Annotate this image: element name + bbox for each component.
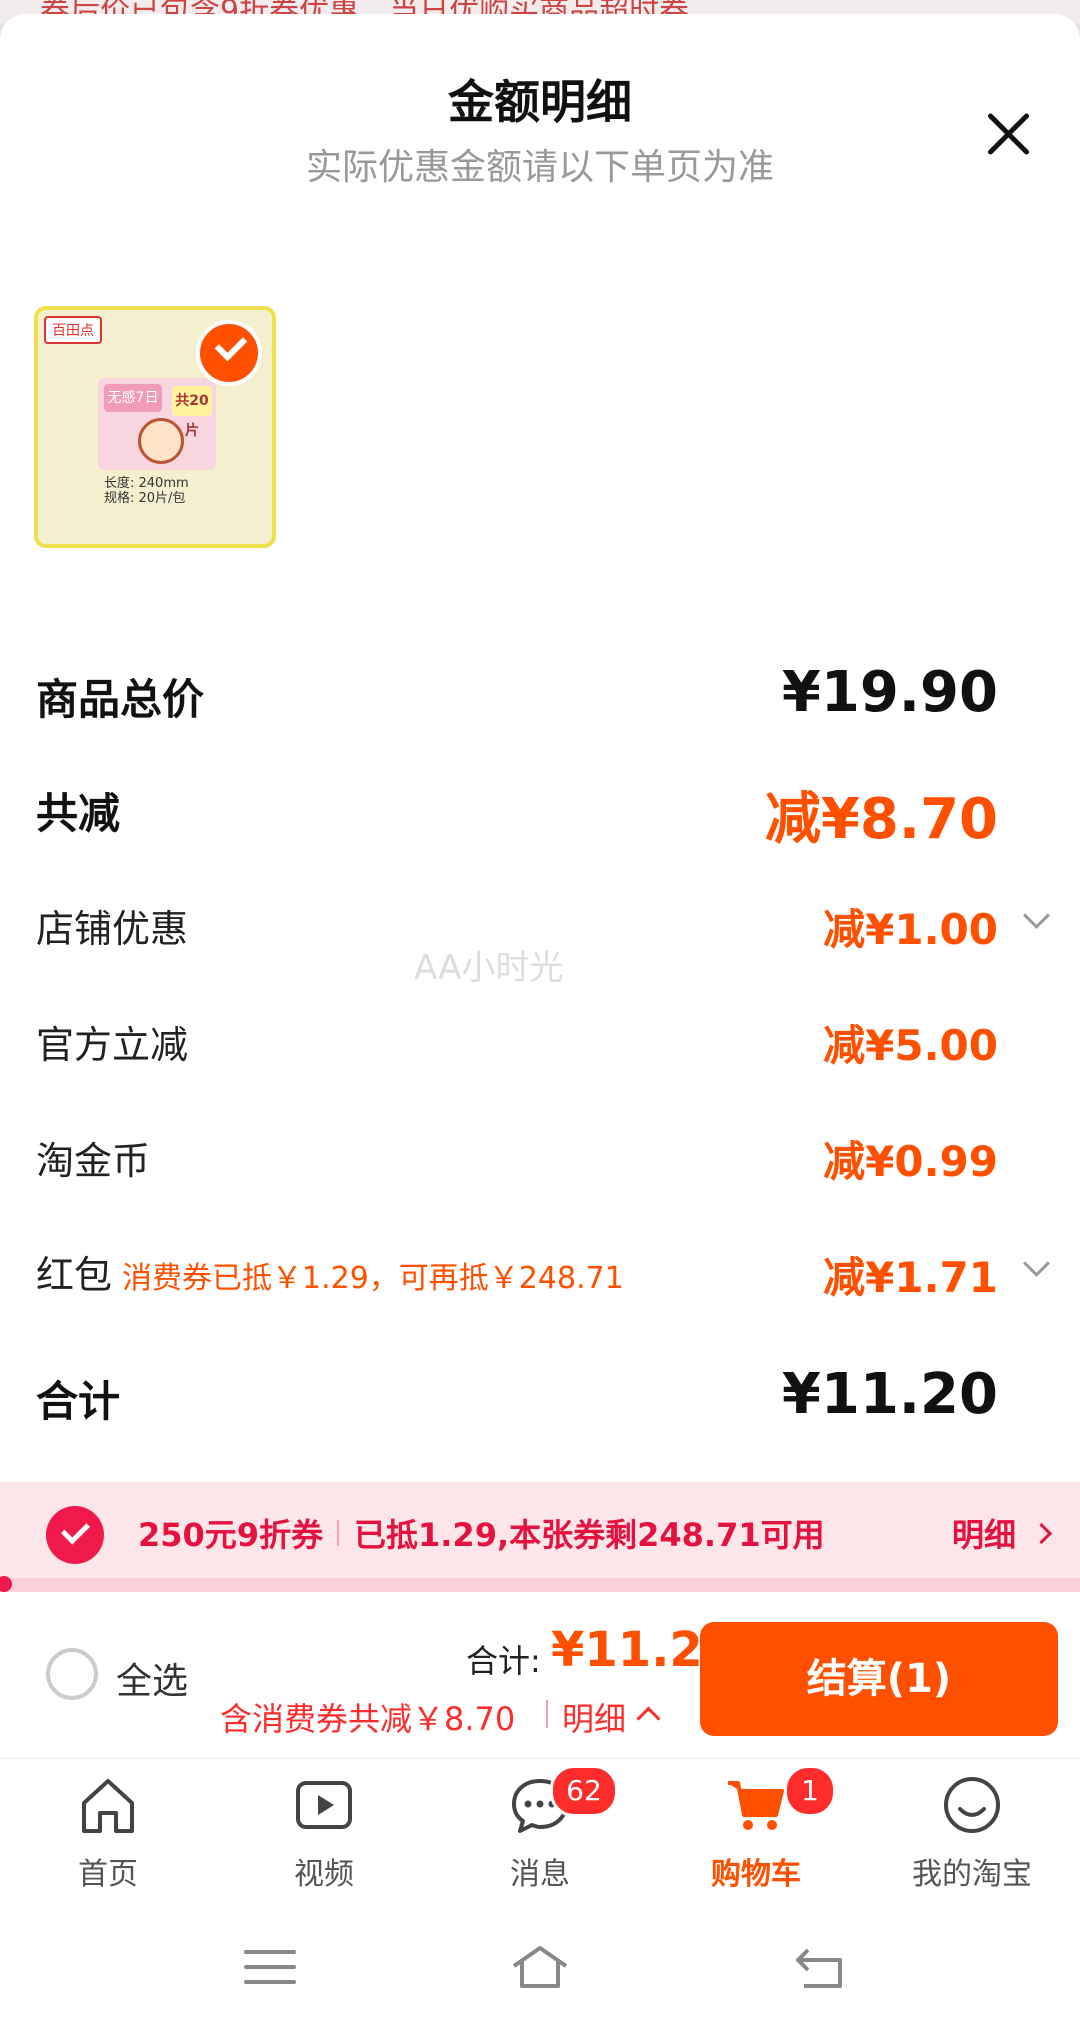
total-price-label: 商品总价 bbox=[36, 675, 205, 724]
coupon-divider bbox=[337, 1520, 339, 1546]
tab-video[interactable]: 视频 bbox=[216, 1759, 432, 1905]
video-icon bbox=[296, 1781, 352, 1829]
cart-icon bbox=[728, 1781, 784, 1830]
smile-icon bbox=[944, 1777, 1000, 1833]
chevron-up-icon[interactable] bbox=[636, 1706, 661, 1731]
chevron-right-icon[interactable] bbox=[1030, 1522, 1053, 1545]
messages-badge: 62 bbox=[550, 1765, 618, 1817]
product-spec-length: 长度: 240mm bbox=[104, 476, 189, 491]
tab-my-taobao-label: 我的淘宝 bbox=[912, 1857, 1032, 1892]
coupon-detail-link[interactable]: 明细 bbox=[952, 1510, 1016, 1556]
shop-discount-label: 店铺优惠 bbox=[36, 907, 189, 951]
tab-my-taobao[interactable]: 我的淘宝 bbox=[864, 1759, 1080, 1905]
tab-messages-label: 消息 bbox=[510, 1857, 570, 1892]
product-package: 无感7日 共20片 bbox=[98, 378, 216, 470]
back-icon[interactable] bbox=[790, 1942, 850, 1992]
cart-badge: 1 bbox=[784, 1765, 836, 1817]
character-face bbox=[138, 418, 184, 464]
tab-home-label: 首页 bbox=[78, 1857, 138, 1892]
settle-button[interactable]: 结算(1) bbox=[700, 1622, 1058, 1736]
chevron-down-icon[interactable] bbox=[1023, 1250, 1050, 1277]
total-reduce-value: 减¥8.70 bbox=[764, 787, 998, 852]
close-icon[interactable] bbox=[980, 106, 1036, 162]
official-discount-value: 减¥5.00 bbox=[823, 1021, 998, 1070]
taojinbi-label: 淘金币 bbox=[36, 1139, 151, 1183]
red-packet-value: 减¥1.71 bbox=[823, 1253, 998, 1302]
sheet-title: 金额明细 bbox=[448, 75, 632, 129]
store-logo: 百田点 bbox=[44, 316, 102, 344]
savings-divider bbox=[546, 1700, 548, 1728]
total-reduce-label: 共减 bbox=[36, 789, 121, 838]
tab-cart-label: 购物车 bbox=[711, 1857, 801, 1892]
taojinbi-value: 减¥0.99 bbox=[823, 1137, 998, 1186]
coupon-bar: 250元9折券 已抵1.29,本张券剩248.71可用 明细 bbox=[0, 1482, 1080, 1580]
coupon-check-icon[interactable] bbox=[46, 1506, 104, 1564]
home-icon bbox=[82, 1779, 134, 1833]
system-nav-bar bbox=[0, 1904, 1080, 2028]
coupon-progress-bar bbox=[0, 1576, 1080, 1592]
red-packet-tip: 消费券已抵￥1.29，可再抵￥248.71 bbox=[122, 1261, 624, 1296]
coupon-status: 已抵1.29,本张券剩248.71可用 bbox=[354, 1516, 825, 1554]
checkout-savings: 含消费券共减￥8.70 bbox=[220, 1700, 516, 1738]
home-nav-icon[interactable] bbox=[510, 1942, 570, 1992]
tab-cart[interactable]: 购物车 1 bbox=[648, 1759, 864, 1905]
progress-dot bbox=[0, 1576, 12, 1592]
watermark-text: AA小时光 bbox=[414, 948, 564, 988]
sheet-subtitle: 实际优惠金额请以下单页为准 bbox=[305, 147, 774, 188]
select-all-checkbox[interactable] bbox=[46, 1648, 98, 1700]
sum-value: ¥11.20 bbox=[781, 1362, 998, 1427]
menu-icon[interactable] bbox=[240, 1942, 300, 1992]
product-spec-pack: 规格: 20片/包 bbox=[104, 491, 186, 506]
sum-label: 合计 bbox=[36, 1377, 121, 1426]
tab-home[interactable]: 首页 bbox=[0, 1759, 216, 1905]
checkout-bar: 全选 合计: ¥11.20 含消费券共减￥8.70 明细 结算(1) bbox=[0, 1592, 1080, 1758]
chevron-down-icon[interactable] bbox=[1023, 902, 1050, 929]
red-packet-label: 红包 bbox=[36, 1253, 113, 1297]
amount-detail-sheet: 金额明细 实际优惠金额请以下单页为准 百田点 无感7日 共20片 长度: 240… bbox=[0, 14, 1080, 1482]
shop-discount-value: 减¥1.00 bbox=[823, 905, 998, 954]
checkout-detail-link[interactable]: 明细 bbox=[562, 1694, 626, 1740]
bottom-tab-bar: 首页 视频 消息 62 购物车 1 我的淘宝 bbox=[0, 1758, 1080, 1905]
select-all-label[interactable]: 全选 bbox=[116, 1652, 188, 1704]
product-selected-check-icon[interactable] bbox=[196, 320, 262, 386]
coupon-name: 250元9折券 bbox=[138, 1516, 324, 1554]
tab-messages[interactable]: 消息 62 bbox=[432, 1759, 648, 1905]
official-discount-label: 官方立减 bbox=[36, 1023, 189, 1067]
product-brand: 无感7日 bbox=[104, 384, 162, 412]
checkout-total-label: 合计: bbox=[466, 1642, 541, 1680]
product-count-tag: 共20片 bbox=[172, 386, 212, 439]
red-packet-label-group: 红包 消费券已抵￥1.29，可再抵￥248.71 bbox=[36, 1244, 624, 1299]
tab-video-label: 视频 bbox=[294, 1857, 354, 1892]
product-spec: 长度: 240mm 规格: 20片/包 bbox=[104, 476, 189, 506]
total-price-value: ¥19.90 bbox=[781, 660, 998, 725]
